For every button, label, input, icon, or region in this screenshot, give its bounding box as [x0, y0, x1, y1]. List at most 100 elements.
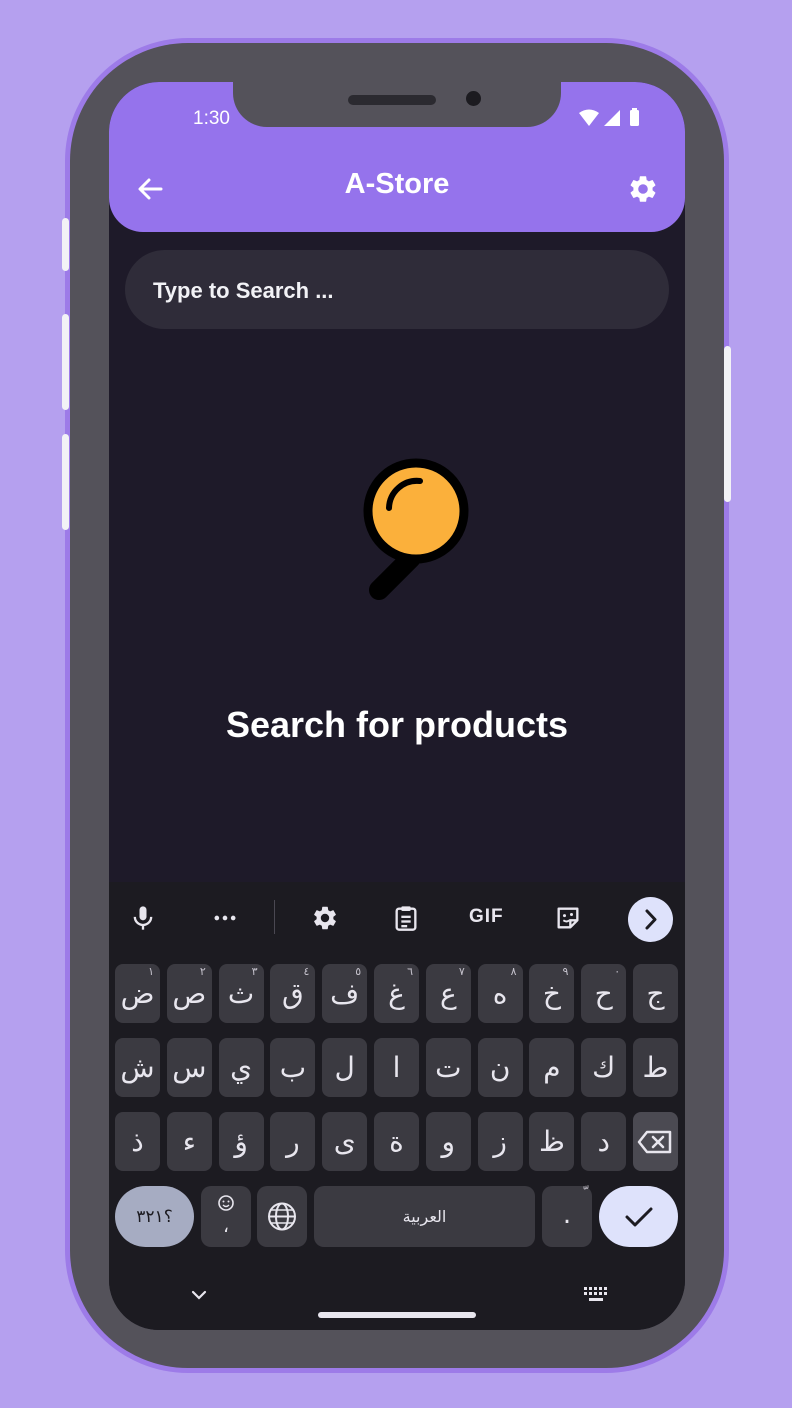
key-label: ب: [279, 1051, 307, 1084]
backspace-icon: [637, 1130, 672, 1154]
emoji-comma-key[interactable]: ،: [201, 1186, 251, 1247]
empty-state-message: Search for products: [225, 704, 569, 745]
key[interactable]: ر: [270, 1112, 316, 1171]
key-label: ن: [489, 1051, 511, 1084]
key-hint: ١: [148, 965, 154, 978]
key[interactable]: ق٤: [270, 964, 316, 1023]
page-title: A-Store: [344, 168, 450, 200]
key-label: ظ: [538, 1125, 565, 1158]
key-label: ض: [120, 977, 155, 1010]
signal-icon: [604, 110, 620, 126]
sticker-icon[interactable]: [554, 904, 582, 932]
key-label: ذ: [131, 1125, 144, 1158]
gif-button[interactable]: GIF: [469, 906, 504, 928]
key[interactable]: ض١: [115, 964, 160, 1023]
key[interactable]: ح٠: [581, 964, 627, 1023]
keyboard-settings-icon[interactable]: [311, 904, 339, 932]
key-label: ك: [592, 1051, 616, 1084]
key[interactable]: ا: [374, 1038, 419, 1097]
battery-cap: [632, 108, 637, 111]
search-bar[interactable]: [125, 250, 669, 331]
symbols-key[interactable]: ؟٣٢١: [115, 1186, 194, 1247]
key[interactable]: ن: [477, 1038, 523, 1097]
key[interactable]: م: [529, 1038, 575, 1097]
language-switch-key[interactable]: [257, 1186, 307, 1247]
clipboard-icon[interactable]: [392, 904, 420, 932]
key-label: ح: [594, 977, 613, 1010]
key-label: ي: [230, 1051, 253, 1084]
key[interactable]: غ٦: [374, 964, 419, 1023]
key[interactable]: ذ: [115, 1112, 160, 1171]
key-hint: ٥: [355, 965, 362, 978]
status-time: 1:30: [193, 108, 230, 129]
key-hint: ٣: [251, 965, 258, 978]
key[interactable]: ك: [581, 1038, 627, 1097]
key-hint: ٧: [458, 965, 465, 978]
key[interactable]: ء: [166, 1112, 212, 1171]
magnifier-icon: [363, 458, 469, 600]
keyboard-toolbar: GIF: [109, 882, 685, 952]
key[interactable]: ث٣: [218, 964, 264, 1023]
key[interactable]: ة: [374, 1112, 419, 1171]
key-hint: ٩: [562, 965, 569, 978]
key-label: ج: [646, 977, 665, 1010]
key[interactable]: ه٨: [477, 964, 523, 1023]
key-label: خ: [542, 977, 561, 1010]
key[interactable]: ز: [477, 1112, 523, 1171]
key[interactable]: ت: [425, 1038, 471, 1097]
key-hint: ٢: [199, 965, 206, 978]
key[interactable]: ظ: [529, 1112, 575, 1171]
key[interactable]: ؤ: [218, 1112, 264, 1171]
gesture-nav-handle[interactable]: [318, 1312, 476, 1318]
key[interactable]: خ٩: [529, 964, 575, 1023]
key-label: ت: [435, 1051, 462, 1084]
key-label: ا: [392, 1051, 401, 1084]
key-label: ز: [493, 1125, 507, 1158]
key-label: س: [172, 1051, 207, 1084]
key[interactable]: س: [166, 1038, 212, 1097]
keyboard-switch-icon[interactable]: [583, 1286, 609, 1304]
key-label: ؤ: [234, 1125, 248, 1158]
key[interactable]: ع٧: [425, 964, 471, 1023]
key-label: ة: [389, 1125, 404, 1158]
more-options-icon[interactable]: [211, 904, 239, 932]
wifi-icon: [579, 109, 599, 126]
enter-key[interactable]: [599, 1186, 678, 1247]
microphone-icon[interactable]: [129, 904, 157, 932]
period-key[interactable]: ّ .: [542, 1186, 592, 1247]
status-icons: [579, 108, 639, 126]
toolbar-expand-button[interactable]: [628, 897, 673, 942]
key-hint: ٠: [614, 965, 621, 978]
key[interactable]: د: [581, 1112, 627, 1171]
settings-gear-icon[interactable]: [627, 173, 659, 205]
key-label: ف: [330, 977, 360, 1010]
space-key[interactable]: العربية: [314, 1186, 535, 1247]
key-label: ث: [227, 977, 255, 1010]
key[interactable]: ط: [633, 1038, 678, 1097]
hide-keyboard-chevron-icon[interactable]: [189, 1287, 209, 1303]
key-label: ر: [286, 1125, 300, 1158]
key-label: و: [441, 1125, 456, 1158]
key[interactable]: ى: [322, 1112, 368, 1171]
key[interactable]: ص٢: [166, 964, 212, 1023]
toolbar-divider: [274, 900, 275, 934]
key-label: ص: [172, 977, 207, 1010]
key-hint: ٦: [407, 965, 413, 978]
search-input[interactable]: [151, 250, 645, 331]
key[interactable]: ف٥: [322, 964, 368, 1023]
key[interactable]: و: [425, 1112, 471, 1171]
key[interactable]: ش: [115, 1038, 160, 1097]
key-label: د: [597, 1125, 610, 1158]
key[interactable]: ل: [322, 1038, 368, 1097]
key-label: ى: [333, 1125, 356, 1158]
backspace-key[interactable]: [633, 1112, 678, 1171]
key[interactable]: ب: [270, 1038, 316, 1097]
key-label: ط: [642, 1051, 669, 1084]
key[interactable]: ي: [218, 1038, 264, 1097]
comma-label: ،: [223, 1216, 229, 1237]
battery-icon: [630, 110, 639, 126]
globe-icon: [268, 1202, 296, 1231]
checkmark-icon: [625, 1207, 653, 1227]
key-label: ل: [334, 1051, 355, 1084]
key[interactable]: ج: [633, 964, 678, 1023]
